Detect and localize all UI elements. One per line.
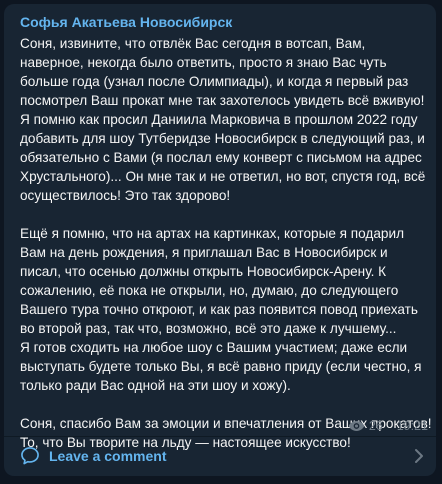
eye-icon	[348, 421, 365, 431]
chevron-right-icon	[415, 449, 423, 463]
message-meta: 26 19:21	[348, 417, 428, 435]
comment-icon	[21, 447, 39, 465]
view-count: 26	[368, 419, 383, 433]
leave-comment-button[interactable]: Leave a comment	[4, 437, 436, 476]
message-time: 19:21	[396, 419, 428, 433]
message-bubble[interactable]: Софья Акатьева Новосибирск Соня, извинит…	[4, 4, 436, 476]
sender-name[interactable]: Софья Акатьева Новосибирск	[20, 13, 232, 31]
leave-comment-label: Leave a comment	[49, 448, 167, 464]
message-text: Соня, извините, что отвлёк Вас сегодня в…	[20, 36, 432, 450]
chat-view: Софья Акатьева Новосибирск Соня, извинит…	[0, 0, 442, 484]
